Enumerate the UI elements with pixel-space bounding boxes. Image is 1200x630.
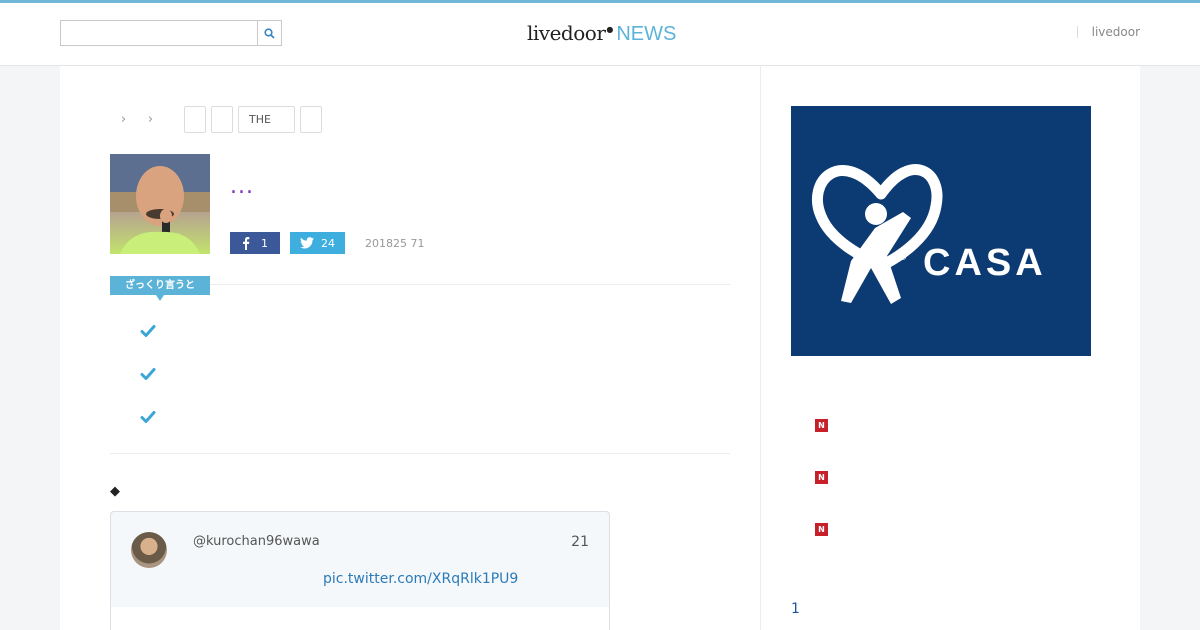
ranking-number[interactable]: 1: [791, 601, 800, 617]
site-logo[interactable]: livedoor ● NEWS: [527, 21, 676, 49]
divider: [210, 284, 730, 285]
search-box: [60, 20, 282, 46]
article-main: › › THE ... 1 24 201825 71 ざっくり言うと ◆ @ku…: [60, 66, 760, 630]
twitter-count: 24: [321, 236, 335, 250]
tweet-media-link[interactable]: pic.twitter.com/XRqRlk1PU9: [323, 571, 518, 587]
checkmark-icon: [140, 411, 156, 423]
tag-list: THE: [184, 106, 322, 133]
person-photo-icon: [110, 154, 210, 254]
article-date: 201825 71: [365, 236, 425, 250]
svg-text:®: ®: [899, 252, 907, 263]
site-header: livedoor ● NEWS livedoor: [0, 3, 1200, 66]
facebook-share-button[interactable]: 1: [230, 232, 280, 254]
breadcrumb-separator: ›: [147, 112, 154, 127]
search-button[interactable]: [257, 21, 281, 45]
facebook-icon: [243, 236, 250, 250]
embedded-tweet[interactable]: @kurochan96wawa 21 pic.twitter.com/XRqRl…: [110, 511, 610, 630]
divider: [110, 453, 730, 454]
search-input[interactable]: [61, 21, 258, 45]
summary-label: ざっくり言うと: [110, 276, 210, 301]
breadcrumb: › ›: [110, 106, 164, 133]
ad-brand-text: CASA: [923, 242, 1047, 284]
checkmark-icon: [140, 325, 156, 337]
section-marker: ◆: [110, 484, 120, 499]
share-bar: 1 24 201825 71: [230, 232, 425, 254]
sidebar: ® CASA N N N 1: [760, 66, 1140, 630]
twitter-share-button[interactable]: 24: [290, 232, 345, 254]
new-badge: N: [815, 523, 828, 536]
tag-item[interactable]: [184, 106, 206, 133]
tweet-username[interactable]: @kurochan96wawa: [193, 534, 320, 549]
livedoor-link[interactable]: livedoor: [1076, 26, 1140, 38]
breadcrumb-separator: ›: [120, 112, 127, 127]
logo-news: NEWS: [616, 23, 677, 45]
tag-item[interactable]: [211, 106, 233, 133]
logo-livedoor: livedoor: [527, 21, 606, 45]
advertisement-banner[interactable]: ® CASA: [791, 106, 1091, 356]
tweet-time: 21: [571, 534, 589, 550]
new-badge: N: [815, 419, 828, 432]
article-thumbnail: [110, 154, 210, 254]
search-icon: [264, 27, 275, 39]
facebook-count: 1: [261, 236, 268, 250]
tag-item[interactable]: [300, 106, 322, 133]
tweet-footer: [111, 607, 609, 630]
logo-dot: ●: [606, 25, 614, 34]
tag-item-the[interactable]: THE: [238, 106, 295, 133]
twitter-bird-icon: [300, 237, 314, 249]
avatar[interactable]: [131, 532, 167, 568]
article-headline[interactable]: ...: [230, 174, 254, 199]
casa-heart-logo-icon: ®: [811, 164, 943, 304]
checkmark-icon: [140, 368, 156, 380]
new-badge: N: [815, 471, 828, 484]
